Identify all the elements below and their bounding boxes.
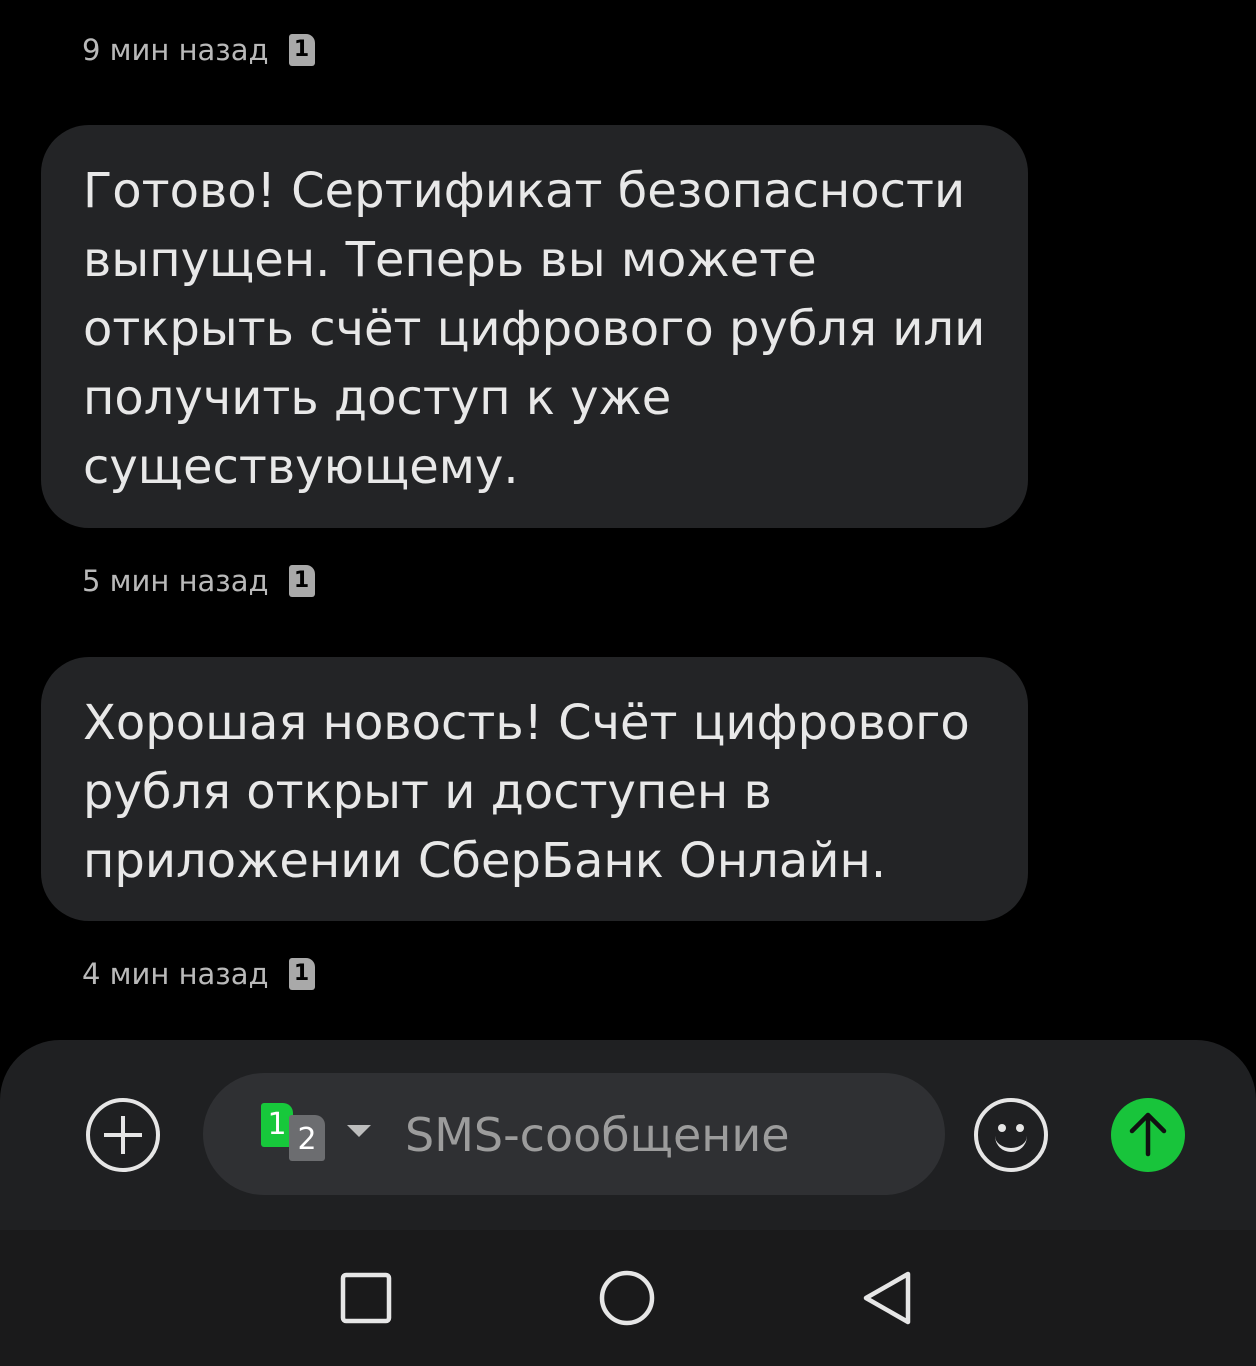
sim-card-icon: 1 (288, 565, 315, 597)
message-bubble[interactable]: Хорошая новость! Счёт цифрового рубля от… (41, 657, 1028, 921)
recent-apps-button[interactable] (336, 1268, 396, 1328)
message-bubble[interactable]: Готово! Сертификат безопасности выпущен.… (41, 125, 1028, 528)
arrow-up-icon (1129, 1112, 1167, 1157)
circle-icon (599, 1270, 655, 1326)
message-timestamp: 5 мин назад 1 (82, 561, 315, 601)
timestamp-text: 4 мин назад (82, 957, 269, 991)
emoji-button[interactable] (974, 1098, 1048, 1172)
sim-selector[interactable]: 1 2 (259, 1101, 379, 1165)
message-timestamp: 9 мин назад 1 (82, 30, 315, 70)
timestamp-text: 9 мин назад (82, 33, 269, 67)
message-composer: 1 2 (0, 1040, 1256, 1230)
message-input-container[interactable]: 1 2 (203, 1073, 945, 1195)
sim-card-icon: 1 (288, 34, 315, 66)
message-text: Готово! Сертификат безопасности выпущен.… (83, 163, 986, 495)
dropdown-arrow-icon (347, 1125, 371, 1137)
system-navigation-bar (0, 1230, 1256, 1366)
sms-input[interactable] (405, 1103, 905, 1167)
back-button[interactable] (858, 1268, 918, 1328)
attach-button[interactable] (86, 1098, 160, 1172)
sim-card-icon: 1 (288, 958, 315, 990)
message-timestamp: 4 мин назад 1 (82, 954, 315, 994)
smiley-icon (995, 1124, 1027, 1152)
message-text: Хорошая новость! Счёт цифрового рубля от… (83, 695, 970, 889)
timestamp-text: 5 мин назад (82, 564, 269, 598)
square-icon (340, 1272, 392, 1324)
sim-2-icon: 2 (289, 1115, 325, 1161)
triangle-back-icon (863, 1271, 911, 1325)
message-list[interactable]: 9 мин назад 1 Готово! Сертификат безопас… (0, 0, 1256, 1040)
home-button[interactable] (597, 1268, 657, 1328)
send-button[interactable] (1111, 1098, 1185, 1172)
